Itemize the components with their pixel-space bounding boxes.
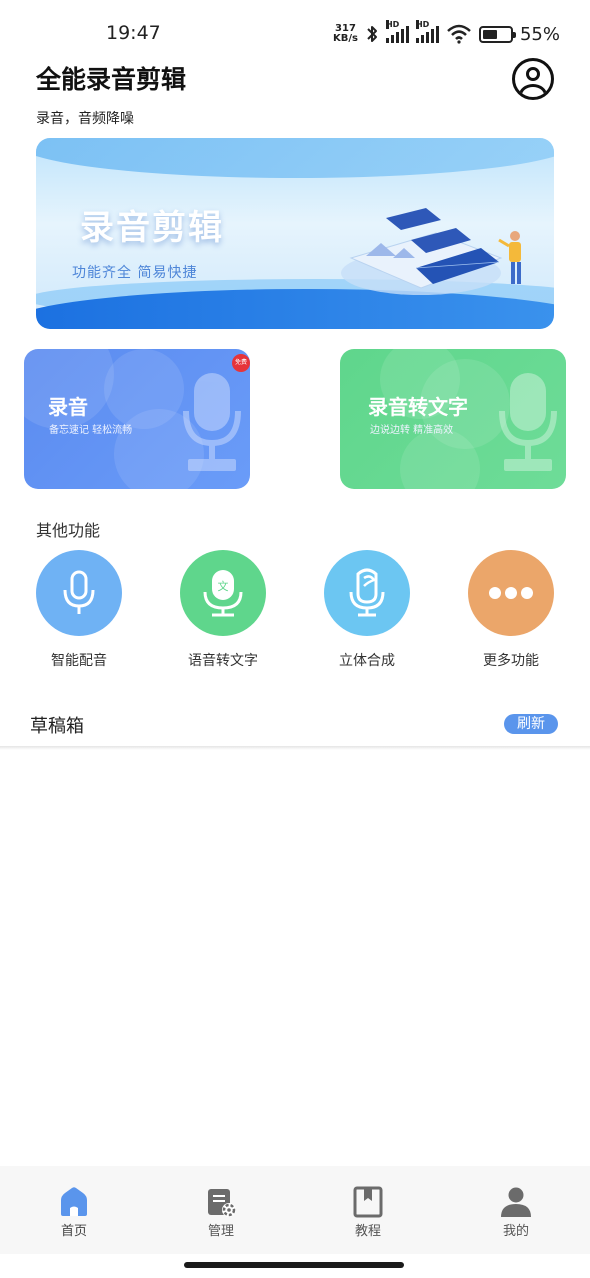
battery-icon xyxy=(478,25,516,43)
more-functions-button[interactable]: 更多功能 xyxy=(456,550,566,670)
nav-manage[interactable]: 管理 xyxy=(181,1186,261,1239)
nav-mine[interactable]: 我的 xyxy=(476,1186,556,1239)
network-speed: 317 KB/s xyxy=(333,23,358,44)
banner-title: 录音剪辑 xyxy=(80,208,224,248)
smart-dubbing-label: 智能配音 xyxy=(51,653,107,669)
nav-mine-label: 我的 xyxy=(502,1224,529,1239)
speech-to-text-card-title: 录音转文字 xyxy=(368,395,468,419)
microphone-icon xyxy=(63,570,95,614)
nav-tutorial[interactable]: 教程 xyxy=(328,1186,408,1239)
bottom-nav: 首页 管理 教程 我的 xyxy=(0,1166,590,1254)
more-functions-label: 更多功能 xyxy=(483,653,539,669)
smart-dubbing-button[interactable]: 智能配音 xyxy=(24,550,134,670)
nav-home-label: 首页 xyxy=(60,1224,87,1239)
solar-panel-illustration xyxy=(341,208,521,295)
nav-manage-label: 管理 xyxy=(207,1224,234,1239)
page-title: 全能录音剪辑 xyxy=(36,65,187,94)
voice-to-text-label: 语音转文字 xyxy=(188,653,258,669)
other-functions-label: 其他功能 xyxy=(36,521,101,540)
voice-to-text-button[interactable]: 文 语音转文字 xyxy=(168,550,278,670)
nav-tutorial-label: 教程 xyxy=(354,1224,381,1239)
bluetooth-icon xyxy=(367,26,377,42)
record-card-subtitle: 备忘速记 轻松流畅 xyxy=(49,425,133,436)
manage-icon xyxy=(208,1189,236,1217)
status-icons: 317 KB/s HD HD 55% xyxy=(333,20,560,48)
speech-to-text-card-subtitle: 边说边转 精准高效 xyxy=(370,425,454,436)
refresh-button[interactable]: 刷新 xyxy=(504,714,558,734)
record-card-title: 录音 xyxy=(48,395,88,419)
battery-percent: 55% xyxy=(519,23,560,45)
tutorial-icon xyxy=(353,1186,383,1218)
speech-to-text-card[interactable]: 录音转文字 边说边转 精准高效 xyxy=(340,349,566,489)
banner-subtitle: 功能齐全 简易快捷 xyxy=(72,265,198,281)
signal-icon-2: HD xyxy=(415,20,439,43)
home-indicator[interactable] xyxy=(184,1262,404,1268)
drafts-divider xyxy=(0,746,590,750)
signal-icon: HD xyxy=(385,20,409,43)
mic-text-icon: 文 xyxy=(203,570,243,617)
user-icon xyxy=(501,1187,531,1217)
record-card[interactable]: 录音 备忘速记 轻松流畅 xyxy=(24,349,250,489)
more-dots-icon xyxy=(489,587,533,599)
free-badge: 免费 xyxy=(232,354,250,372)
profile-button[interactable] xyxy=(512,58,554,100)
user-icon xyxy=(526,67,540,81)
wifi-icon xyxy=(447,24,471,44)
nav-home[interactable]: 首页 xyxy=(34,1186,114,1239)
stereo-synthesis-label: 立体合成 xyxy=(339,653,395,669)
stereo-mic-icon xyxy=(349,568,385,617)
microphone-icon xyxy=(183,373,241,471)
stereo-synthesis-button[interactable]: 立体合成 xyxy=(312,550,422,670)
home-icon xyxy=(61,1187,87,1216)
page-subtitle: 录音，音频降噪 xyxy=(36,111,134,127)
drafts-title: 草稿箱 xyxy=(30,716,84,737)
status-time: 19:47 xyxy=(106,22,161,44)
promo-banner[interactable]: 录音剪辑 功能齐全 简易快捷 xyxy=(36,138,554,329)
microphone-icon xyxy=(499,373,557,471)
status-bar: 19:47 317 KB/s HD HD 55% xyxy=(0,0,590,62)
svg-text:文: 文 xyxy=(218,579,229,593)
